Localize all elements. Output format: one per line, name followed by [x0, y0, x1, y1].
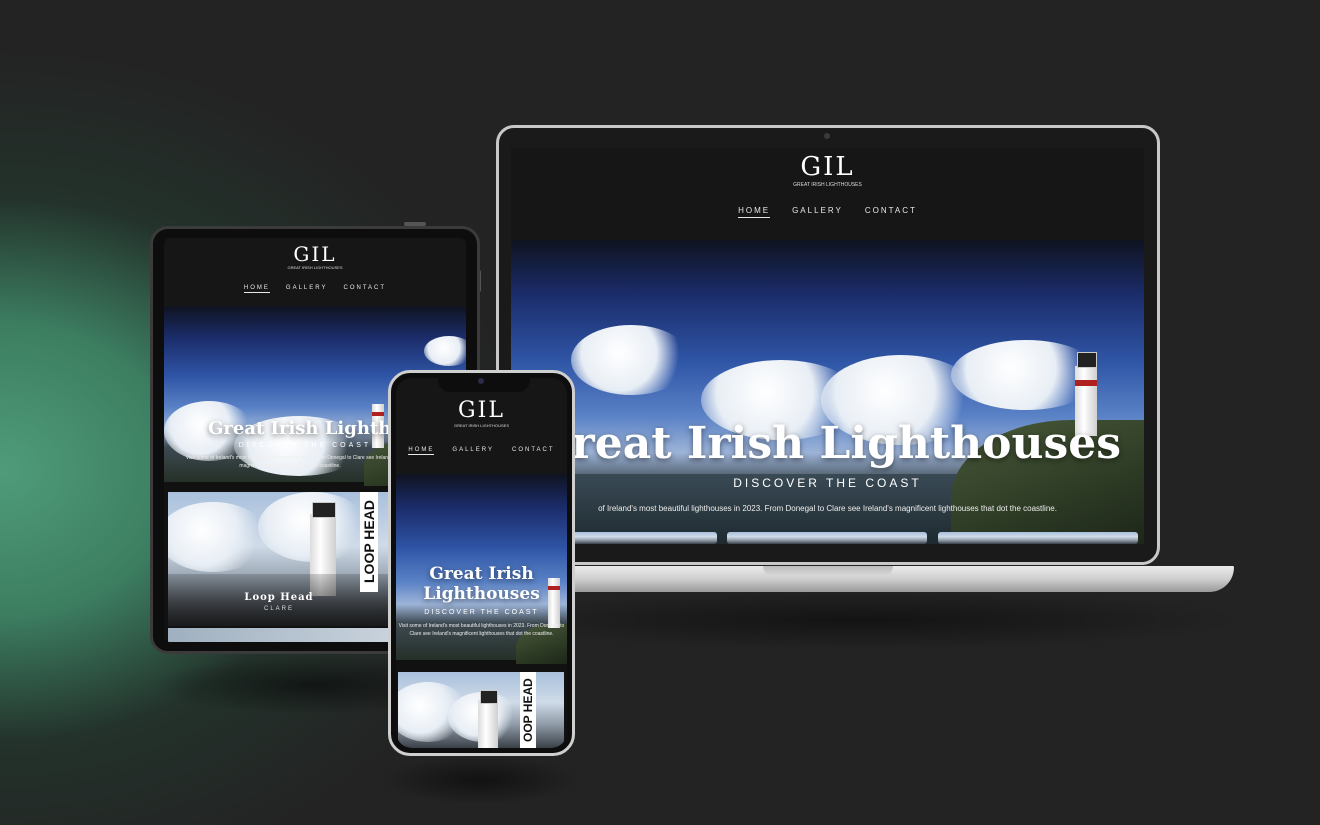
tablet-site-header: GIL GREAT IRISH LIGHTHOUSES HOME GALLERY…: [164, 238, 466, 306]
tablet-logo[interactable]: GIL GREAT IRISH LIGHTHOUSES: [288, 244, 343, 270]
nav-home[interactable]: HOME: [408, 447, 435, 455]
tablet-nav: HOME GALLERY CONTACT: [164, 285, 466, 293]
phone-shadow: [380, 755, 580, 805]
card-image: [727, 532, 927, 544]
hero-text: Visit some of Ireland's most beautiful l…: [185, 455, 395, 469]
lighthouse: [478, 700, 498, 748]
laptop-screen: GIL GREAT IRISH LIGHTHOUSES HOME GALLERY…: [511, 148, 1144, 544]
nav-gallery[interactable]: GALLERY: [792, 206, 843, 218]
gallery-card[interactable]: [938, 532, 1138, 544]
logo-subtitle: GREAT IRISH LIGHTHOUSES: [287, 265, 343, 270]
phone-notch: [438, 374, 530, 392]
hero-title-line1: Great Irish: [429, 564, 534, 584]
cloud: [424, 336, 466, 366]
nav-gallery[interactable]: GALLERY: [452, 447, 494, 455]
nav-contact[interactable]: CONTACT: [344, 285, 387, 293]
lighthouse-band: [1075, 380, 1097, 386]
logo-mark: GIL: [800, 152, 855, 182]
gallery-card[interactable]: [727, 532, 927, 544]
gallery-card-loop-head[interactable]: [398, 672, 564, 748]
nav-contact[interactable]: CONTACT: [512, 447, 555, 455]
laptop-camera: [824, 133, 830, 139]
logo-mark: GIL: [458, 398, 505, 423]
laptop-shadow: [470, 590, 1250, 650]
hero-title-line2: Lighthouses: [423, 584, 540, 604]
nav-home[interactable]: HOME: [243, 285, 270, 293]
lighthouse-band: [372, 412, 384, 416]
next-card-strip: [168, 628, 390, 642]
phone-camera: [478, 378, 484, 384]
gallery-card-loop-head[interactable]: Loop Head CLARE: [168, 492, 390, 626]
hero-title: Great Irish Lighthouses: [533, 418, 1122, 469]
logo-mark: GIL: [293, 242, 337, 266]
nav-home[interactable]: HOME: [738, 206, 771, 218]
hero-text: Visit some of Ireland's most beautiful l…: [398, 623, 565, 637]
laptop-logo[interactable]: GIL GREAT IRISH LIGHTHOUSES: [793, 154, 862, 188]
phone-screen: GIL GREAT IRISH LIGHTHOUSES HOME GALLERY…: [396, 378, 567, 748]
laptop-trackpad-notch: [763, 566, 893, 576]
phone-nav: HOME GALLERY CONTACT: [396, 447, 567, 455]
logo-subtitle: GREAT IRISH LIGHTHOUSES: [793, 182, 862, 188]
hero-subtitle: DISCOVER THE COAST: [733, 476, 922, 490]
laptop-nav: HOME GALLERY CONTACT: [511, 206, 1144, 218]
card-image: [571, 532, 717, 544]
nav-contact[interactable]: CONTACT: [865, 206, 917, 218]
phone-logo[interactable]: GIL GREAT IRISH LIGHTHOUSES: [454, 398, 509, 429]
lighthouse-lamp: [1077, 352, 1097, 368]
card-vertical-label: LOOP HEAD: [360, 492, 378, 592]
phone-hero: Great Irish Lighthouses DISCOVER THE COA…: [396, 474, 567, 664]
card-vertical-label: OOP HEAD: [520, 672, 536, 748]
hero-subtitle: DISCOVER THE COAST: [424, 609, 539, 616]
cloud: [571, 325, 691, 395]
lighthouse-lamp: [312, 502, 336, 518]
lighthouse-lamp: [480, 690, 498, 704]
hero-text: of Ireland's most beautiful lighthouses …: [598, 504, 1057, 513]
card-location: CLARE: [263, 606, 294, 612]
phone-site-header: GIL GREAT IRISH LIGHTHOUSES HOME GALLERY…: [396, 378, 567, 474]
card-image: [938, 532, 1138, 544]
logo-subtitle: GREAT IRISH LIGHTHOUSES: [454, 423, 509, 428]
laptop-hero: Great Irish Lighthouses DISCOVER THE COA…: [511, 240, 1144, 544]
card-title: Loop Head: [244, 592, 314, 603]
laptop-site-header: GIL GREAT IRISH LIGHTHOUSES HOME GALLERY…: [511, 148, 1144, 240]
gallery-card[interactable]: [571, 532, 717, 544]
nav-gallery[interactable]: GALLERY: [286, 285, 328, 293]
